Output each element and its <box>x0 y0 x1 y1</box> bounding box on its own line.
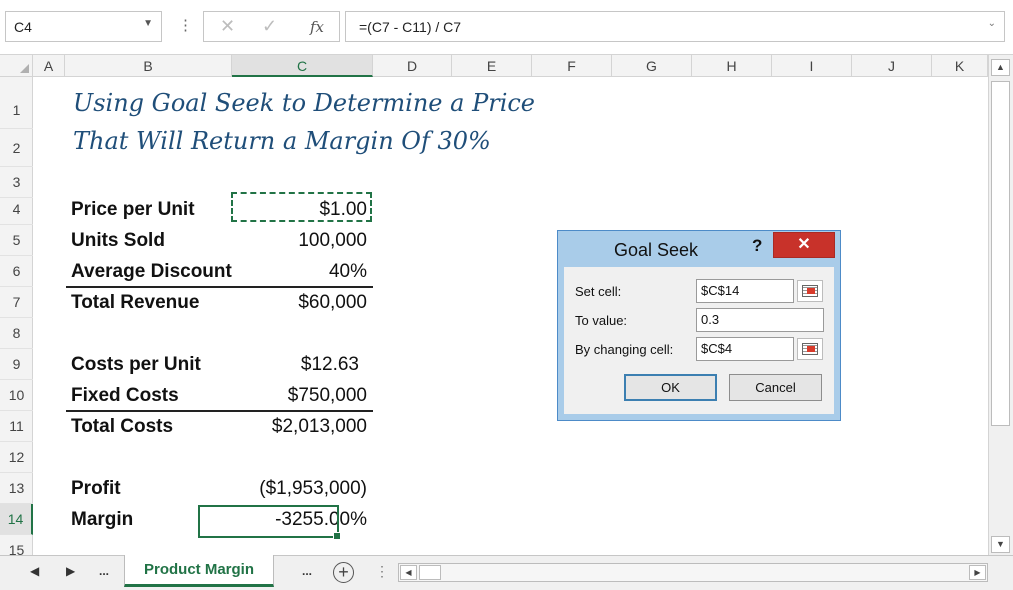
row-header-1[interactable]: 1 <box>0 92 33 129</box>
column-header-k[interactable]: K <box>932 55 988 77</box>
by-changing-cell-label: By changing cell: <box>575 342 674 357</box>
row-header-14[interactable]: 14 <box>0 504 33 535</box>
set-cell-label: Set cell: <box>575 284 622 299</box>
enter-icon[interactable]: ✓ <box>262 16 277 37</box>
chevron-down-icon[interactable]: ▼ <box>143 18 153 29</box>
row-header-6[interactable]: 6 <box>0 256 33 287</box>
profit-value[interactable]: ($1,953,000) <box>233 473 367 504</box>
name-box-value: C4 <box>14 19 32 35</box>
column-headers: A B C D E F G H I J K <box>33 55 988 77</box>
average-discount-value[interactable]: 40% <box>233 256 367 287</box>
collapse-dialog-changing-cell-icon[interactable] <box>797 338 823 360</box>
ok-button[interactable]: OK <box>624 374 717 401</box>
horizontal-scrollbar[interactable]: ◀ ▶ <box>398 563 988 582</box>
column-header-g[interactable]: G <box>612 55 692 77</box>
add-sheet-icon[interactable]: + <box>333 562 354 583</box>
column-header-i[interactable]: I <box>772 55 852 77</box>
sheet-tab-bar: ◀ ▶ ... Product Margin ... + ⋮ ◀ ▶ <box>0 555 1013 590</box>
vertical-scroll-thumb[interactable] <box>991 81 1010 426</box>
scroll-left-icon[interactable]: ◀ <box>400 565 417 580</box>
sheet-title-line-1[interactable]: Using Goal Seek to Determine a Price <box>73 89 535 117</box>
active-cell-c14[interactable] <box>198 505 341 540</box>
fixed-costs-label[interactable]: Fixed Costs <box>71 380 233 411</box>
scroll-right-icon[interactable]: ▶ <box>969 565 986 580</box>
select-all-corner[interactable] <box>0 55 33 77</box>
row-header-10[interactable]: 10 <box>0 380 33 411</box>
column-header-f[interactable]: F <box>532 55 612 77</box>
fixed-costs-value[interactable]: $750,000 <box>233 380 367 411</box>
column-header-j[interactable]: J <box>852 55 932 77</box>
row-header-5[interactable]: 5 <box>0 225 33 256</box>
price-per-unit-label[interactable]: Price per Unit <box>71 194 233 225</box>
total-costs-value[interactable]: $2,013,000 <box>233 411 367 442</box>
column-header-h[interactable]: H <box>692 55 772 77</box>
next-sheet-icon[interactable]: ▶ <box>66 564 75 578</box>
row-header-4[interactable]: 4 <box>0 194 33 225</box>
total-revenue-value[interactable]: $60,000 <box>233 287 367 318</box>
column-header-b[interactable]: B <box>65 55 232 77</box>
formula-text: =(C7 - C11) / C7 <box>359 19 462 35</box>
dialog-title-bar[interactable]: Goal Seek ? ✕ <box>558 231 840 267</box>
average-discount-label[interactable]: Average Discount <box>71 256 233 287</box>
total-costs-label[interactable]: Total Costs <box>71 411 233 442</box>
name-box[interactable]: C4 ▼ <box>5 11 162 42</box>
row-header-9[interactable]: 9 <box>0 349 33 380</box>
formula-input[interactable]: =(C7 - C11) / C7 ⌄ <box>345 11 1005 42</box>
row-header-8[interactable]: 8 <box>0 318 33 349</box>
close-icon[interactable]: ✕ <box>773 232 835 258</box>
column-header-e[interactable]: E <box>452 55 532 77</box>
help-icon[interactable]: ? <box>752 236 762 256</box>
row-header-7[interactable]: 7 <box>0 287 33 318</box>
sheet-title-line-2[interactable]: That Will Return a Margin Of 30% <box>73 127 491 155</box>
more-sheets-right-icon[interactable]: ... <box>302 564 312 578</box>
to-value-label: To value: <box>575 313 628 328</box>
column-header-a[interactable]: A <box>33 55 65 77</box>
row-header-15[interactable]: 15 <box>0 535 33 555</box>
previous-sheet-icon[interactable]: ◀ <box>30 564 39 578</box>
units-sold-label[interactable]: Units Sold <box>71 225 233 256</box>
row-header-13[interactable]: 13 <box>0 473 33 504</box>
column-header-d[interactable]: D <box>373 55 452 77</box>
tab-product-margin[interactable]: Product Margin <box>124 555 274 587</box>
by-changing-cell-field[interactable]: $C$4 <box>696 337 794 361</box>
set-cell-field[interactable]: $C$14 <box>696 279 794 303</box>
total-revenue-label[interactable]: Total Revenue <box>71 287 233 318</box>
copy-marquee-c4 <box>231 192 372 222</box>
row-header-11[interactable]: 11 <box>0 411 33 442</box>
formula-bar: C4 ▼ ⋮ ✕ ✓ fx =(C7 - C11) / C7 ⌄ <box>0 0 1013 55</box>
vertical-scrollbar[interactable]: ▲ ▼ <box>988 55 1013 555</box>
row-headers: 1 2 3 4 5 6 7 8 9 10 11 12 13 14 15 <box>0 77 33 555</box>
goal-seek-dialog: Goal Seek ? ✕ Set cell: $C$14 To value: … <box>557 230 841 421</box>
profit-label[interactable]: Profit <box>71 473 233 504</box>
scroll-up-icon[interactable]: ▲ <box>991 59 1010 76</box>
cancel-button[interactable]: Cancel <box>729 374 822 401</box>
row-header-12[interactable]: 12 <box>0 442 33 473</box>
insert-function-icon[interactable]: fx <box>310 18 324 36</box>
row-header-2[interactable]: 2 <box>0 129 33 167</box>
tab-divider-icon[interactable]: ⋮ <box>375 563 389 580</box>
dialog-title: Goal Seek <box>614 240 699 260</box>
cell-area[interactable]: Using Goal Seek to Determine a Price Tha… <box>33 77 988 555</box>
collapse-dialog-set-cell-icon[interactable] <box>797 280 823 302</box>
more-sheets-left-icon[interactable]: ... <box>99 564 109 578</box>
cancel-icon[interactable]: ✕ <box>220 16 235 37</box>
formula-buttons: ✕ ✓ fx <box>203 11 340 42</box>
column-header-c[interactable]: C <box>232 55 373 77</box>
scroll-down-icon[interactable]: ▼ <box>991 536 1010 553</box>
horizontal-scroll-thumb[interactable] <box>419 565 441 580</box>
costs-per-unit-value[interactable]: $12.63 <box>225 349 359 380</box>
costs-per-unit-label[interactable]: Costs per Unit <box>71 349 233 380</box>
units-sold-value[interactable]: 100,000 <box>233 225 367 256</box>
to-value-field[interactable]: 0.3 <box>696 308 824 332</box>
expand-formula-icon[interactable]: ⌄ <box>988 18 996 29</box>
vertical-dots-icon[interactable]: ⋮ <box>178 14 193 38</box>
